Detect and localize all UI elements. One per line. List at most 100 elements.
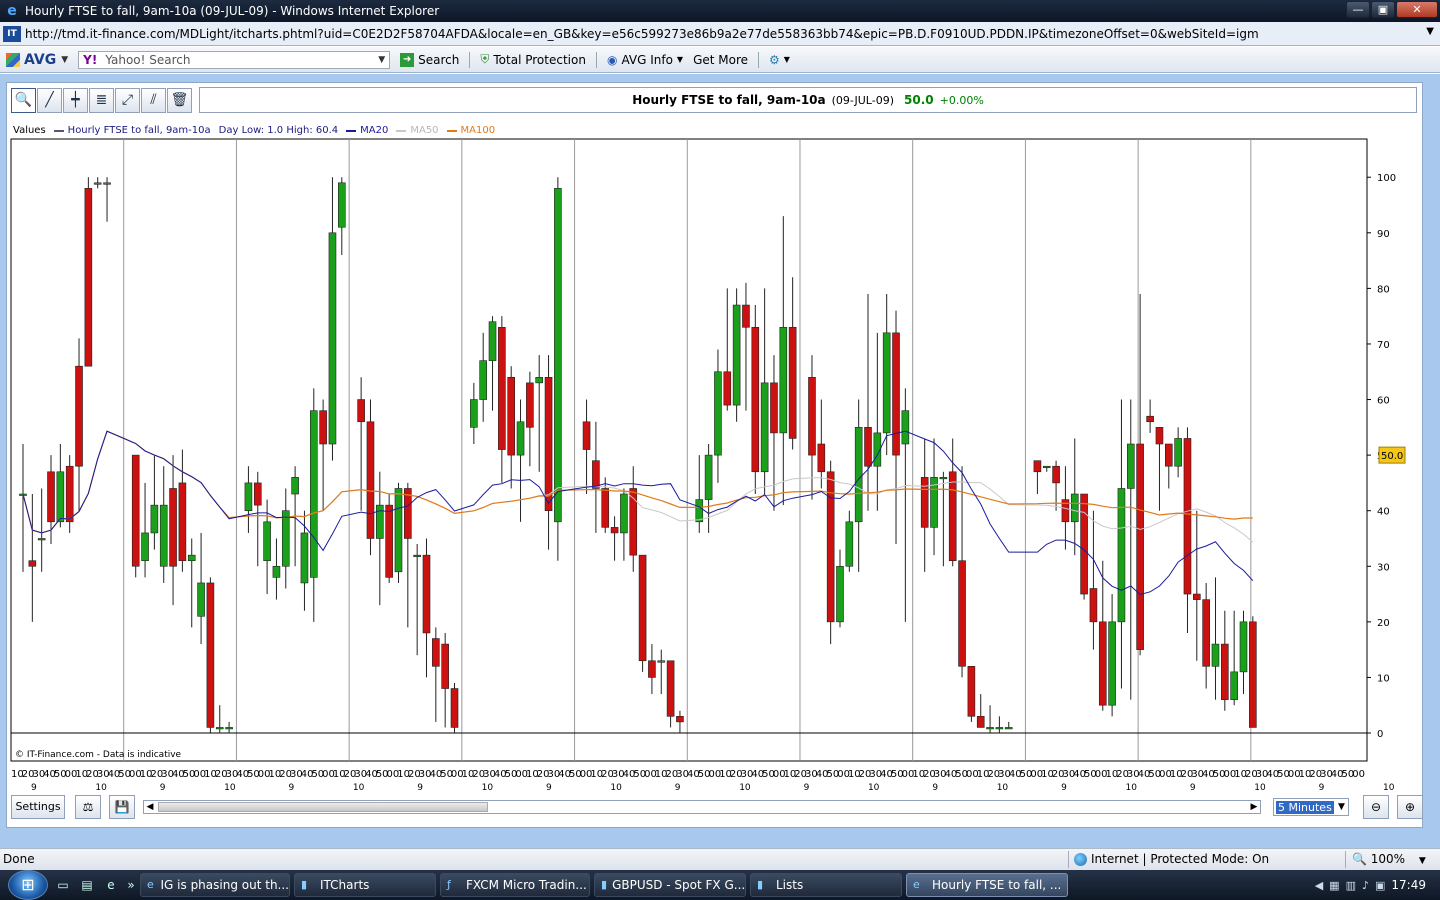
trendline-tool-icon[interactable]: ╱ xyxy=(37,87,62,113)
ie-quicklaunch-icon[interactable]: e xyxy=(102,876,120,894)
candle-up[interactable] xyxy=(488,321,497,361)
candle-down[interactable] xyxy=(1221,643,1229,700)
candle-up[interactable] xyxy=(1230,671,1238,700)
candle-up[interactable] xyxy=(732,304,741,406)
taskbar-item[interactable]: ▮ ITCharts xyxy=(294,873,436,897)
zoom-level[interactable]: 🔍 100% ▼ xyxy=(1352,852,1426,866)
candle-down[interactable] xyxy=(864,427,872,467)
candle-down[interactable] xyxy=(666,660,675,717)
scroll-left-icon[interactable]: ◀ xyxy=(144,801,156,813)
address-url[interactable]: http://tmd.it-finance.com/MDLight/itchar… xyxy=(25,27,1259,41)
candle-up[interactable] xyxy=(1108,621,1116,706)
candle-down[interactable] xyxy=(441,643,449,689)
scroll-thumb[interactable] xyxy=(158,802,488,812)
candle-down[interactable] xyxy=(357,399,365,423)
candle-up[interactable] xyxy=(413,554,421,557)
taskbar-item[interactable]: ▮ GBPUSD - Spot FX G... xyxy=(594,873,746,897)
interval-select[interactable]: 5 Minutes ▼ xyxy=(1273,798,1349,816)
candle-down[interactable] xyxy=(1098,621,1107,706)
horizontal-line-tool-icon[interactable]: ┿ xyxy=(63,87,88,113)
address-dropdown-icon[interactable]: ▼ xyxy=(1426,26,1434,37)
candle-down[interactable] xyxy=(1089,588,1098,623)
taskbar-item[interactable]: ▮ Lists xyxy=(750,873,902,897)
candle-up[interactable] xyxy=(1211,643,1220,667)
candle-down[interactable] xyxy=(1183,438,1192,595)
candle-down[interactable] xyxy=(676,716,684,723)
candle-down[interactable] xyxy=(544,377,553,511)
minimize-button[interactable]: — xyxy=(1346,1,1370,18)
candle-up[interactable] xyxy=(56,471,65,523)
candle-down[interactable] xyxy=(592,460,600,489)
candle-up[interactable] xyxy=(854,427,863,523)
candle-down[interactable] xyxy=(75,365,83,467)
candle-down[interactable] xyxy=(723,371,732,406)
candle-down[interactable] xyxy=(169,488,177,567)
candle-up[interactable] xyxy=(309,410,318,578)
candle-down[interactable] xyxy=(967,666,976,717)
candle-down[interactable] xyxy=(1155,427,1164,445)
show-desktop-icon[interactable]: ▭ xyxy=(54,876,72,894)
candle-down[interactable] xyxy=(526,382,534,428)
candle-up[interactable] xyxy=(141,532,149,562)
candle-down[interactable] xyxy=(1202,599,1210,667)
candle-up[interactable] xyxy=(272,565,281,578)
avg-dropdown-icon[interactable]: ▼ xyxy=(61,55,68,65)
candle-up[interactable] xyxy=(394,488,403,573)
candle-down[interactable] xyxy=(385,504,393,578)
clock[interactable]: 17:49 xyxy=(1391,878,1426,892)
candle-down[interactable] xyxy=(1193,593,1201,600)
candle-down[interactable] xyxy=(450,688,459,728)
candle-down[interactable] xyxy=(319,410,327,445)
candle-down[interactable] xyxy=(788,326,797,439)
quicklaunch-more-icon[interactable]: » xyxy=(126,876,136,894)
candle-up[interactable] xyxy=(337,182,346,228)
maximize-button[interactable]: ▣ xyxy=(1371,1,1395,18)
candle-up[interactable] xyxy=(281,510,290,567)
candle-down[interactable] xyxy=(826,471,835,623)
zoom-out-icon[interactable]: ⊖ xyxy=(1363,795,1389,819)
tray-expand-icon[interactable]: ◀ xyxy=(1315,879,1323,892)
channel-tool-icon[interactable]: ⤢ xyxy=(115,87,140,113)
price-chart[interactable]: 010203040506070809010050.0© IT-Finance.c… xyxy=(7,83,1424,829)
taskbar-item[interactable]: e Hourly FTSE to fall, ... xyxy=(906,873,1068,897)
volume-icon[interactable]: ♪ xyxy=(1362,879,1369,892)
taskbar-item[interactable]: e IG is phasing out th... xyxy=(140,873,290,897)
fibonacci-tool-icon[interactable]: ≣ xyxy=(89,87,114,113)
save-icon[interactable]: 💾 xyxy=(109,795,135,819)
candle-down[interactable] xyxy=(253,482,262,506)
candle-up[interactable] xyxy=(657,660,666,663)
candle-down[interactable] xyxy=(1052,465,1060,484)
candle-up[interactable] xyxy=(1004,727,1013,730)
candle-up[interactable] xyxy=(225,727,233,730)
candle-up[interactable] xyxy=(1042,465,1051,469)
tray-app-icon[interactable]: ▦ xyxy=(1329,879,1339,892)
candle-up[interactable] xyxy=(704,454,713,500)
candle-up[interactable] xyxy=(901,410,910,445)
total-protection-button[interactable]: ⛨ Total Protection xyxy=(480,52,586,67)
candle-up[interactable] xyxy=(882,332,891,434)
candle-down[interactable] xyxy=(610,527,619,534)
candle-up[interactable] xyxy=(535,377,544,384)
scroll-right-icon[interactable]: ▶ xyxy=(1248,801,1260,813)
start-button[interactable]: ⊞ xyxy=(8,870,48,900)
candle-down[interactable] xyxy=(751,326,760,473)
candle-up[interactable] xyxy=(187,554,196,562)
candle-up[interactable] xyxy=(376,504,384,539)
yahoo-search-input[interactable]: Y! Yahoo! Search ▼ xyxy=(78,50,391,69)
candle-up[interactable] xyxy=(159,504,168,567)
candle-up[interactable] xyxy=(779,326,788,434)
candle-up[interactable] xyxy=(995,727,1004,730)
candle-down[interactable] xyxy=(638,554,647,662)
settings-button[interactable]: Settings xyxy=(11,795,65,819)
candle-up[interactable] xyxy=(93,182,102,185)
candle-down[interactable] xyxy=(601,488,610,528)
candle-up[interactable] xyxy=(516,421,525,456)
candle-down[interactable] xyxy=(65,465,74,523)
candle-up[interactable] xyxy=(1070,493,1079,523)
get-more-button[interactable]: Get More xyxy=(693,53,748,67)
address-bar[interactable]: IT http://tmd.it-finance.com/MDLight/itc… xyxy=(0,22,1440,46)
candle-down[interactable] xyxy=(84,188,93,367)
candle-up[interactable] xyxy=(37,538,46,541)
network-icon[interactable]: ▥ xyxy=(1346,879,1356,892)
candle-down[interactable] xyxy=(817,443,826,473)
